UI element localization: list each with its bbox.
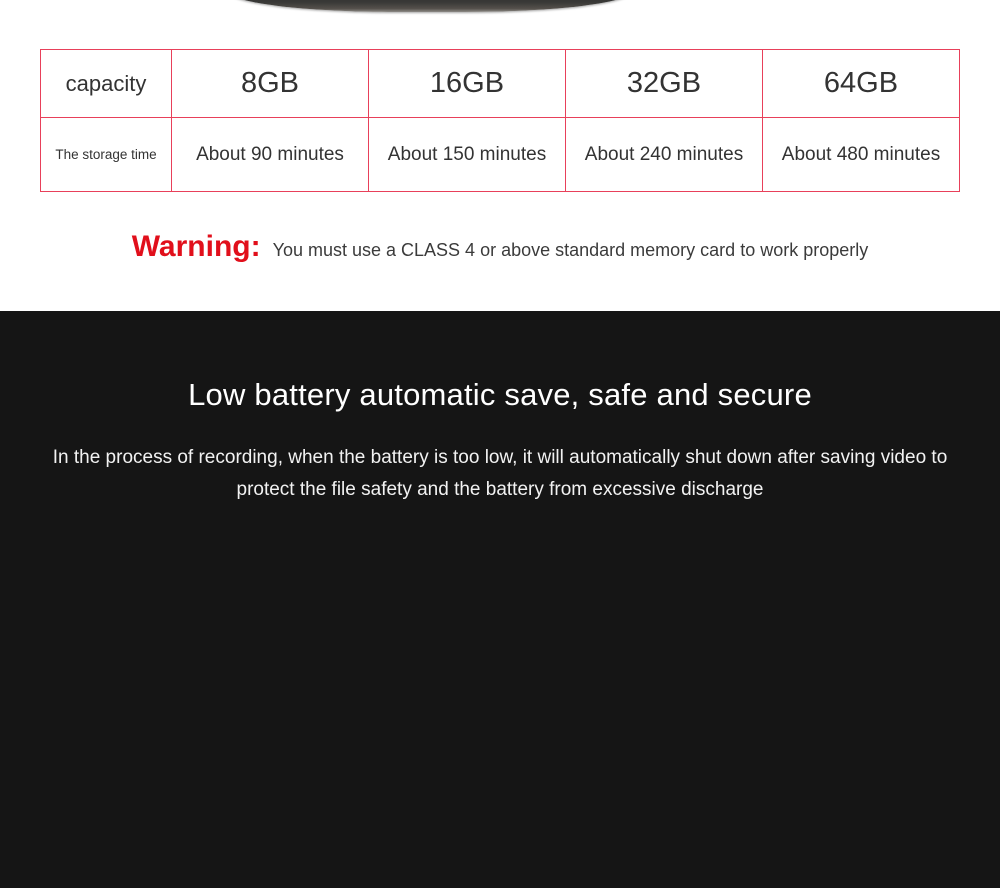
storage-time-cell-16gb: About 150 minutes: [368, 117, 566, 192]
warning-line: Warning: You must use a CLASS 4 or above …: [0, 230, 1000, 264]
table-row-label-storage-time: The storage time: [40, 117, 172, 192]
storage-time-cell-64gb: About 480 minutes: [762, 117, 960, 192]
section-heading: Low battery automatic save, safe and sec…: [188, 377, 812, 412]
capacity-cell-8gb: 8GB: [171, 49, 369, 118]
storage-time-cell-32gb: About 240 minutes: [565, 117, 763, 192]
warning-text: You must use a CLASS 4 or above standard…: [272, 240, 869, 260]
table-row: capacity 8GB 16GB 32GB 64GB: [40, 49, 960, 118]
product-device-edge-photo: [228, 0, 632, 12]
table-row: The storage time About 90 minutes About …: [40, 117, 960, 192]
storage-capacity-table: capacity 8GB 16GB 32GB 64GB The storage …: [40, 49, 960, 192]
capacity-cell-64gb: 64GB: [762, 49, 960, 118]
capacity-cell-16gb: 16GB: [368, 49, 566, 118]
table-row-label-capacity: capacity: [40, 49, 172, 118]
section-paragraph: In the process of recording, when the ba…: [52, 447, 948, 500]
top-white-section: capacity 8GB 16GB 32GB 64GB The storage …: [0, 0, 1000, 311]
warning-label: Warning:: [131, 230, 261, 263]
capacity-cell-32gb: 32GB: [565, 49, 763, 118]
low-battery-feature-section: Low battery automatic save, safe and sec…: [0, 311, 1000, 888]
storage-time-cell-8gb: About 90 minutes: [171, 117, 369, 192]
